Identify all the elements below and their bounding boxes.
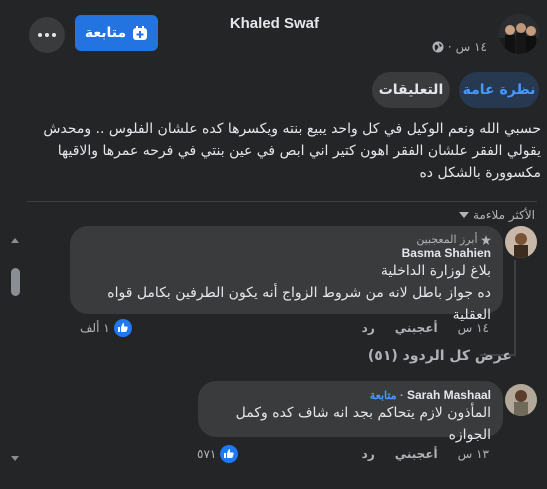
- comment-author[interactable]: Sarah Mashaal: [407, 388, 491, 402]
- more-options-button[interactable]: [29, 17, 65, 53]
- dot-icon: [52, 33, 56, 37]
- comment-bubble: أبرز المعجبين Basma Shahien بلاغ لوزارة …: [70, 226, 503, 323]
- follow-button-label: متابعة: [84, 25, 127, 41]
- post-time[interactable]: ١٤ س: [456, 40, 487, 54]
- post-text: حسبي الله ونعم الوكيل في كل واحد يبيع بن…: [43, 121, 541, 181]
- commenter-avatar[interactable]: [505, 226, 537, 258]
- follow-link[interactable]: متابعة: [370, 390, 397, 402]
- comment-reactions[interactable]: ١ ألف: [80, 319, 132, 337]
- like-reaction-icon: [220, 445, 239, 463]
- top-fan-label: أبرز المعجبين: [416, 233, 478, 246]
- comment-sort-dropdown[interactable]: الأكثر ملاءمة: [458, 208, 535, 222]
- post-header: Khaled Swaf ١٤ س · متابعة: [0, 0, 547, 70]
- comment-actions: ١٣ س أعجبني رد: [362, 447, 489, 461]
- like-reaction-icon: [113, 319, 132, 337]
- comment-bubble: Sarah Mashaal · متابعة المأذون لازم يتحا…: [198, 381, 503, 443]
- dot-icon: [45, 33, 49, 37]
- sort-label: الأكثر ملاءمة: [472, 208, 535, 222]
- name-separator: ·: [399, 390, 404, 402]
- like-button[interactable]: أعجبني: [395, 447, 438, 461]
- comment-text-line: بلاغ لوزارة الداخلية: [380, 263, 491, 279]
- reaction-count: ٥٧١: [197, 447, 217, 461]
- post-meta: ١٤ س ·: [432, 40, 487, 54]
- dot-icon: [38, 33, 42, 37]
- comment-author-row: Sarah Mashaal · متابعة: [210, 388, 491, 402]
- thread-line: [514, 260, 516, 356]
- scroll-up-arrow-icon[interactable]: [11, 238, 19, 243]
- scrollbar-thumb[interactable]: [11, 268, 20, 296]
- commenter-avatar[interactable]: [505, 384, 537, 416]
- reply-button[interactable]: رد: [362, 321, 375, 335]
- comment-text-line: ده جواز باطل لانه من شروط الزواج أنه يكو…: [107, 285, 491, 323]
- top-fan-badge: أبرز المعجبين: [82, 233, 491, 246]
- tab-overview[interactable]: نظرة عامة: [459, 72, 539, 108]
- scroll-down-arrow-icon[interactable]: [11, 456, 19, 461]
- reply-button[interactable]: رد: [362, 447, 375, 461]
- comment-text-line: المأذون لازم يتحاكم بجد انه شاف كده وكمل…: [235, 405, 491, 443]
- meta-separator: ·: [447, 40, 452, 54]
- like-button[interactable]: أعجبني: [395, 321, 438, 335]
- follow-button[interactable]: متابعة: [75, 15, 158, 51]
- caret-down-icon: [458, 212, 469, 218]
- author-name[interactable]: Khaled Swaf: [230, 15, 319, 32]
- comment-time[interactable]: ١٤ س: [458, 321, 489, 335]
- comment-reactions[interactable]: ٥٧١: [197, 445, 239, 463]
- top-fan-icon: [481, 235, 491, 245]
- tab-comments[interactable]: التعليقات: [372, 72, 450, 108]
- globe-icon: [432, 41, 444, 53]
- reaction-count: ١ ألف: [80, 321, 110, 335]
- author-avatar[interactable]: [499, 14, 539, 54]
- divider: [27, 201, 537, 202]
- add-friend-icon: [133, 26, 148, 40]
- comment-actions: ١٤ س أعجبني رد: [362, 321, 489, 335]
- comment-time[interactable]: ١٣ س: [458, 447, 489, 461]
- view-all-replies-link[interactable]: عرض كل الردود (٥١): [368, 348, 512, 364]
- comment-author[interactable]: Basma Shahien: [82, 246, 491, 260]
